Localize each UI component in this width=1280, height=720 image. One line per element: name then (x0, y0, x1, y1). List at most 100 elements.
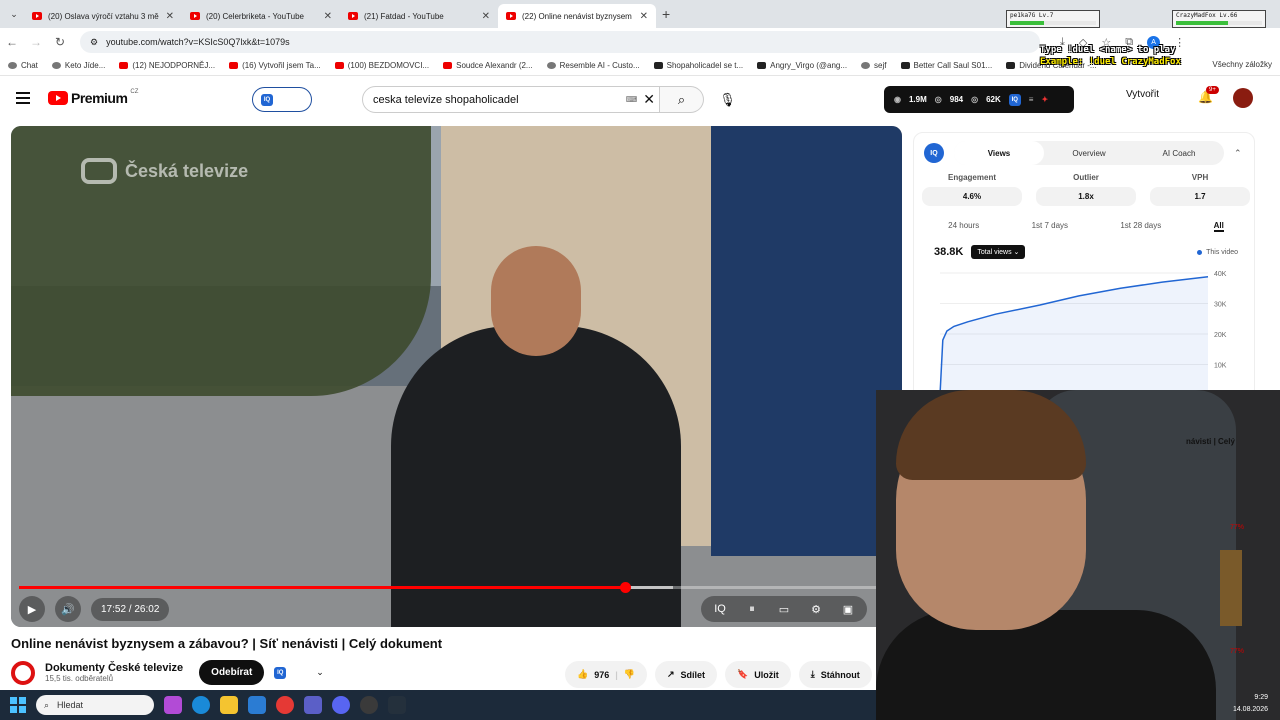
subscribe-button[interactable]: Odebírat (199, 660, 265, 685)
vidiq-toggle-button[interactable]: IQ (252, 87, 312, 112)
voice-search-icon[interactable]: 🎙 (714, 86, 741, 113)
taskbar-search[interactable]: ⌕ Hledat (36, 695, 154, 715)
tab-overview[interactable]: Overview (1044, 141, 1134, 165)
system-clock[interactable]: 9:29 14.08.2026 (1233, 692, 1268, 716)
youtube-icon (119, 62, 129, 69)
bookmark-item[interactable]: (12) NEJODPORNĚJ... (119, 61, 215, 70)
vidiq-icon: IQ (1008, 93, 1021, 106)
chrome-icon[interactable] (276, 696, 294, 714)
download-button[interactable]: ⤓ Stáhnout (798, 661, 872, 688)
app-icon[interactable] (388, 696, 406, 714)
clear-search-icon[interactable]: ✕ (643, 91, 655, 108)
discord-icon[interactable] (332, 696, 350, 714)
close-tab-icon[interactable]: ✕ (482, 11, 490, 22)
list-icon[interactable]: ≡ (1029, 95, 1034, 104)
range-7-days[interactable]: 1st 7 days (1032, 221, 1068, 232)
related-thumbnail[interactable] (1220, 550, 1242, 626)
hp-bar (1176, 21, 1262, 25)
tab-search-chevron-icon[interactable]: ⌄ (4, 4, 24, 24)
search-input[interactable]: ceska televize shopaholicadel ⌨ ✕ (362, 86, 660, 113)
bookmark-item[interactable]: sejf (861, 61, 887, 70)
video-player[interactable]: Česká televize ▶ 🔊 17:52 / 26:02 IQ ⏸ ▭ … (11, 126, 902, 627)
range-24-hours[interactable]: 24 hours (948, 221, 979, 232)
share-button[interactable]: ↗ Sdílet (655, 661, 718, 688)
like-button[interactable]: 👍 976 | 👎 (565, 661, 647, 688)
create-button[interactable]: Vytvořit (1126, 89, 1159, 100)
vidiq-stats-bar[interactable]: ◉ 1.9M ◎ 984 ◎ 62K IQ ≡ ✦ (884, 86, 1074, 113)
copilot-icon[interactable] (164, 696, 182, 714)
site-info-icon[interactable]: ⚙ (90, 37, 98, 48)
url-text: youtube.com/watch?v=KSIcS0Q7lxk&t=1079s (106, 37, 290, 47)
range-28-days[interactable]: 1st 28 days (1120, 221, 1161, 232)
vidiq-icon[interactable]: IQ (924, 143, 944, 163)
teams-icon[interactable] (304, 696, 322, 714)
bookmark-favicon-icon (1006, 62, 1016, 69)
back-icon[interactable]: ← (0, 35, 24, 49)
video-title: Online nenávist byznysem a zábavou? | Sí… (11, 636, 443, 651)
bookmark-item[interactable]: Angry_Virgo (@ang... (757, 61, 847, 70)
range-all[interactable]: All (1213, 221, 1224, 232)
new-tab-icon[interactable]: + (662, 6, 670, 22)
tab-views[interactable]: Views (954, 141, 1044, 165)
bookmark-item[interactable]: Soudce Alexandr (2... (443, 61, 533, 70)
total-views-value: 38.8K (934, 246, 964, 258)
bookmark-item[interactable]: Shopaholicadel se t... (653, 61, 743, 70)
browser-tab-active[interactable]: (22) Online nenávist byznysem ✕ (498, 4, 656, 28)
browser-tab[interactable]: (21) Fatdad - YouTube ✕ (340, 4, 498, 28)
notifications-bell-icon[interactable]: 🔔 9+ (1198, 86, 1219, 104)
video-frame-person-head (491, 246, 581, 356)
views-metric-select[interactable]: Total views ⌄ (971, 245, 1026, 259)
related-video-title[interactable]: návisti | Celý (1186, 437, 1235, 446)
bookmark-item[interactable]: Chat (8, 61, 38, 70)
channel-avatar[interactable] (11, 660, 35, 685)
miniplayer-icon[interactable]: ▣ (835, 603, 861, 616)
search-button[interactable]: ⌕ (660, 86, 704, 113)
bookmark-item[interactable]: Resemble AI - Custo... (546, 61, 640, 70)
metrics-row: Engagement 4.6% Outlier 1.8x VPH 1.7 (922, 173, 1250, 206)
channel-name[interactable]: Dokumenty České televize (45, 662, 183, 674)
subtitles-icon[interactable]: ▭ (771, 603, 797, 616)
pause-toggle-icon[interactable]: ⏸ (739, 603, 765, 616)
time-display: 17:52 / 26:02 (91, 597, 170, 621)
youtube-premium-logo[interactable]: Premium CZ (48, 89, 138, 106)
close-tab-icon[interactable]: ✕ (640, 11, 648, 22)
browser-tab[interactable]: (20) Oslava výročí vztahu 3 mě ✕ (24, 4, 182, 28)
close-tab-icon[interactable]: ✕ (324, 11, 332, 22)
bookmark-item[interactable]: Better Call Saul S01... (900, 61, 992, 70)
legend-dot (1197, 250, 1203, 255)
volume-icon[interactable]: 🔊 (55, 596, 81, 622)
all-bookmarks[interactable]: Všechny záložky (1212, 60, 1272, 69)
browser-tab[interactable]: (20) Celerbriketa - YouTube ✕ (182, 4, 340, 28)
bookmark-item[interactable]: Keto Jíde... (51, 61, 105, 70)
keyboard-icon[interactable]: ⌨ (626, 95, 638, 104)
vidiq-player-icon[interactable]: IQ (707, 603, 733, 615)
metric-engagement: Engagement 4.6% (922, 173, 1022, 206)
sejf-icon (861, 62, 871, 69)
seek-bar[interactable] (19, 582, 879, 593)
y-tick-label: 40K (1214, 271, 1227, 278)
settings-gear-icon[interactable]: ⚙ (803, 603, 829, 616)
windows-start-icon[interactable] (10, 697, 26, 713)
alert-icon[interactable]: ✦ (1041, 95, 1048, 104)
outlook-icon[interactable] (248, 696, 266, 714)
game-player-box: CrazyMadFox Lv.66 (1172, 10, 1266, 28)
bookmark-item[interactable]: (100) BEZDOMOVCI... (334, 61, 429, 70)
tab-ai-coach[interactable]: AI Coach (1134, 141, 1224, 165)
hamburger-menu-icon[interactable] (16, 92, 30, 104)
thumbs-down-icon[interactable]: 👎 (624, 669, 635, 680)
y-tick-label: 20K (1214, 332, 1227, 339)
collapse-chevron-icon[interactable]: ⌃ (1234, 148, 1242, 159)
chevron-down-icon[interactable]: ⌄ (316, 667, 324, 678)
save-button[interactable]: 🔖 Uložit (725, 661, 791, 688)
file-explorer-icon[interactable] (220, 696, 238, 714)
forward-icon[interactable]: → (24, 35, 48, 49)
edge-icon[interactable] (192, 696, 210, 714)
vidiq-channel-widget[interactable]: IQ ⌄ (274, 666, 324, 679)
obs-icon[interactable] (360, 696, 378, 714)
reload-icon[interactable]: ↻ (48, 35, 72, 49)
play-icon[interactable]: ▶ (19, 596, 45, 622)
close-tab-icon[interactable]: ✕ (166, 11, 174, 22)
user-avatar[interactable] (1233, 88, 1253, 108)
address-bar[interactable]: ⚙ youtube.com/watch?v=KSIcS0Q7lxk&t=1079… (80, 31, 1040, 53)
bookmark-item[interactable]: (16) Vytvořil jsem Ta... (229, 61, 321, 70)
